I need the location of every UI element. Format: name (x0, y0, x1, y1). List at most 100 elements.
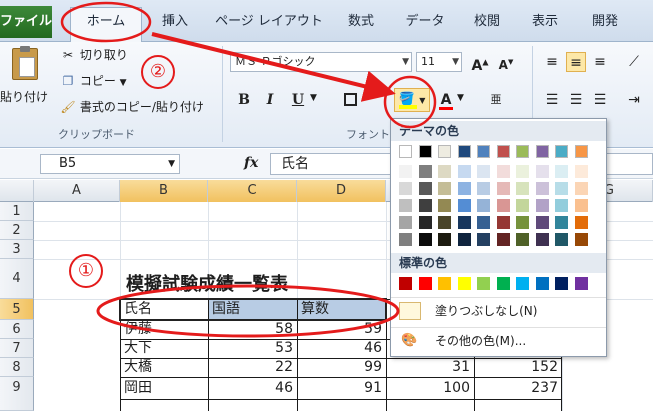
score-cell[interactable]: 46 (208, 377, 297, 399)
column-header[interactable]: C (208, 180, 297, 202)
color-swatch[interactable] (457, 199, 471, 212)
paste-button[interactable]: 貼り付け (0, 46, 50, 116)
color-swatch[interactable] (477, 182, 490, 195)
color-swatch[interactable] (418, 199, 432, 212)
color-swatch[interactable] (516, 145, 529, 158)
color-swatch[interactable] (574, 233, 588, 246)
color-swatch[interactable] (574, 165, 588, 178)
color-swatch[interactable] (516, 277, 529, 290)
color-swatch[interactable] (438, 277, 451, 290)
row-header[interactable]: 4 (0, 259, 34, 299)
score-cell[interactable]: 152 (474, 358, 562, 377)
color-swatch[interactable] (399, 145, 412, 158)
tab-developer[interactable]: 開発 (580, 8, 630, 36)
align-left-button[interactable]: ☰ (542, 90, 562, 110)
color-swatch[interactable] (457, 145, 471, 158)
color-swatch[interactable] (477, 216, 490, 229)
color-swatch[interactable] (555, 216, 568, 229)
color-swatch[interactable] (438, 216, 451, 229)
color-swatch[interactable] (574, 145, 588, 158)
select-all-corner[interactable] (0, 180, 34, 202)
border-button[interactable] (340, 90, 360, 110)
score-cell[interactable]: 100 (386, 377, 474, 399)
underline-button[interactable]: U (288, 90, 308, 110)
column-header[interactable]: D (297, 180, 386, 202)
color-swatch[interactable] (574, 216, 588, 229)
color-swatch[interactable] (555, 165, 568, 178)
grow-font-button[interactable]: A▲ (470, 52, 490, 74)
shrink-font-button[interactable]: A▼ (496, 52, 516, 72)
sheet-title[interactable]: 模擬試験成績一覧表 (126, 272, 288, 298)
color-swatch[interactable] (418, 216, 432, 229)
font-color-button[interactable]: A (436, 90, 456, 110)
name-box[interactable]: B5 ▼ (40, 154, 180, 174)
color-swatch[interactable] (438, 233, 451, 246)
color-swatch[interactable] (574, 277, 588, 290)
font-name-select[interactable]: ＭＳ Ｐゴシック ▼ (230, 52, 412, 72)
score-cell[interactable]: 99 (297, 358, 386, 377)
color-swatch[interactable] (477, 277, 490, 290)
tab-home[interactable]: ホーム (70, 7, 142, 43)
bold-button[interactable]: B (234, 90, 254, 110)
indent-button[interactable]: ⇥ (624, 90, 644, 110)
align-right-button[interactable]: ☰ (590, 90, 610, 110)
color-swatch[interactable] (496, 165, 510, 178)
column-header[interactable]: A (34, 180, 120, 202)
score-cell[interactable]: 22 (208, 358, 297, 377)
name-cell[interactable]: 岡田 (120, 377, 208, 399)
color-swatch[interactable] (438, 182, 451, 195)
color-swatch[interactable] (457, 216, 471, 229)
fill-color-button[interactable]: 🪣 ▼ (394, 88, 430, 112)
tab-page-layout[interactable]: ページ レイアウト (210, 8, 328, 36)
color-swatch[interactable] (516, 182, 529, 195)
score-cell[interactable]: 59 (297, 320, 386, 339)
color-swatch[interactable] (535, 199, 549, 212)
align-bottom-button[interactable]: ≡ (590, 52, 610, 72)
color-swatch[interactable] (555, 182, 568, 195)
align-middle-button[interactable]: ≡ (566, 52, 586, 72)
row-header[interactable]: 9 (0, 377, 34, 411)
score-cell[interactable]: 58 (208, 320, 297, 339)
score-cell[interactable]: 91 (297, 377, 386, 399)
color-swatch[interactable] (496, 199, 510, 212)
color-swatch[interactable] (574, 199, 588, 212)
color-swatch[interactable] (477, 199, 490, 212)
color-swatch[interactable] (418, 145, 432, 158)
color-swatch[interactable] (457, 277, 471, 290)
color-swatch[interactable] (555, 277, 568, 290)
cut-button[interactable]: ✂ 切り取り (60, 46, 128, 63)
copy-button[interactable]: ❐ コピー ▼ (60, 72, 127, 89)
score-cell[interactable]: 31 (386, 358, 474, 377)
color-swatch[interactable] (516, 216, 529, 229)
color-swatch[interactable] (535, 277, 549, 290)
phonetic-button[interactable]: 亜 (486, 90, 506, 110)
color-swatch[interactable] (418, 165, 432, 178)
row-header[interactable]: 2 (0, 221, 34, 240)
color-swatch[interactable] (535, 216, 549, 229)
score-cell[interactable]: 237 (474, 377, 562, 399)
color-swatch[interactable] (516, 199, 529, 212)
align-center-button[interactable]: ☰ (566, 90, 586, 110)
orientation-button[interactable]: ⟋ (624, 52, 644, 72)
row-header[interactable]: 8 (0, 358, 34, 377)
score-cell[interactable]: 46 (297, 339, 386, 358)
color-swatch[interactable] (418, 182, 432, 195)
more-colors-item[interactable]: 🎨 その他の色(M)... (391, 327, 606, 353)
name-cell[interactable]: 伊藤 (120, 320, 208, 339)
color-swatch[interactable] (477, 165, 490, 178)
column-header[interactable]: B (120, 180, 208, 202)
name-cell[interactable]: 大橋 (120, 358, 208, 377)
color-swatch[interactable] (574, 182, 588, 195)
color-swatch[interactable] (496, 145, 510, 158)
color-swatch[interactable] (535, 165, 549, 178)
color-swatch[interactable] (555, 145, 568, 158)
tab-formulas[interactable]: 数式 (336, 8, 386, 36)
align-top-button[interactable]: ≡ (542, 52, 562, 72)
row-header[interactable]: 3 (0, 240, 34, 259)
row-header[interactable]: 5 (0, 299, 34, 320)
color-swatch[interactable] (516, 165, 529, 178)
color-swatch[interactable] (399, 199, 412, 212)
tab-review[interactable]: 校閲 (462, 8, 512, 36)
font-size-select[interactable]: 11 ▼ (416, 52, 462, 72)
color-swatch[interactable] (516, 233, 529, 246)
